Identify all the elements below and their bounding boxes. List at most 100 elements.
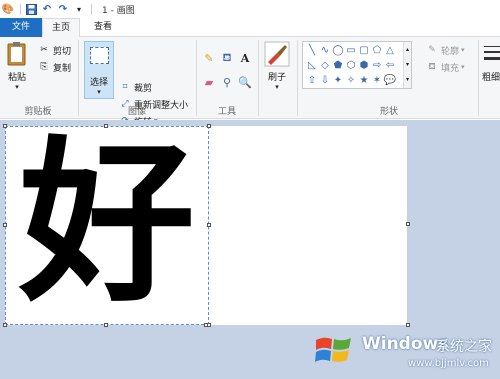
resize-handle[interactable] [207,223,211,227]
star-outline-shape-icon[interactable]: ✧ [345,74,357,86]
fill-bucket-icon[interactable]: ⛾ [220,51,234,65]
ribbon-tabs: 文件 主页 查看 [0,18,500,38]
save-icon[interactable] [25,3,37,15]
resize-handle[interactable] [3,124,7,128]
shapes-expand-icon[interactable]: ▾ [404,72,411,87]
canvas-resize-handle[interactable] [204,323,208,327]
select-button[interactable]: 选择 ▾ [84,41,114,99]
paste-dropdown-icon[interactable]: ▾ [4,83,30,91]
crop-label: 裁剪 [134,83,153,94]
undo-icon[interactable]: ↶ [41,3,53,15]
watermark-url: www.bjjmlv.com [408,358,489,369]
watermark-subtitle: 系统之家 [436,339,492,355]
canvas-resize-handle[interactable] [406,222,410,226]
resize-handle[interactable] [3,223,7,227]
clipboard-icon [7,42,26,66]
curve-shape-icon[interactable]: ∿ [319,44,331,56]
clipboard-group: 粘贴 ▾ ✂ 剪切 ⎘ 复制 剪贴板 [0,37,76,119]
pencil-icon[interactable]: ✎ [202,51,216,65]
right-arrow-shape-icon[interactable]: ⇨ [371,59,383,71]
qa-separator [20,3,21,15]
tools-group: ✎ ⛾ A ▰ ⚲ 🔍 工具 [198,37,256,119]
fill-button[interactable]: ⛾ 填充 ▾ [426,60,465,74]
size-label: 粗细 [482,73,500,83]
tools-group-label: 工具 [217,107,236,117]
left-arrow-shape-icon[interactable]: ⇦ [384,59,396,71]
hexagon-shape-icon[interactable]: ⬡ [345,59,357,71]
ribbon: 粘贴 ▾ ✂ 剪切 ⎘ 复制 剪贴板 图像 选择 ▾ ⌗ 裁剪 ⤢ 重新调整大小… [0,37,500,128]
down-arrow-shape-icon[interactable]: ⇩ [319,74,331,86]
cut-button[interactable]: ✂ 剪切 [38,43,71,57]
outline-dropdown-icon[interactable]: ▾ [461,46,465,54]
shapes-scrollbar[interactable]: ▴ ▾ ▾ [403,42,411,88]
shapes-group-label: 形状 [379,107,398,117]
tab-view[interactable]: 查看 [84,18,122,37]
title-bar: 🎨 ↶ ↷ ▾ 1 - 画图 [0,0,500,18]
color-picker-icon[interactable]: ⚲ [220,75,234,89]
six-point-star-shape-icon[interactable]: ✶ [371,74,383,86]
group-separator [297,40,298,116]
crop-icon: ⌗ [122,82,128,92]
window-title: 1 - 画图 [102,5,135,16]
outline-label: 轮廓 [441,46,460,57]
resize-icon: ⤢ [121,99,129,109]
size-button[interactable]: 粗细 [482,43,500,83]
copy-icon: ⎘ [40,62,48,72]
up-arrow-shape-icon[interactable]: ⇧ [306,74,318,86]
rectangle-shape-icon[interactable]: ▭ [345,44,357,56]
brushes-dropdown-icon[interactable]: ▾ [262,83,292,91]
tab-home[interactable]: 主页 [42,18,80,38]
customize-qa-icon[interactable]: ▾ [73,3,85,15]
rounded-rect-shape-icon[interactable]: ▢ [358,44,370,56]
shapes-scroll-up-icon[interactable]: ▴ [404,42,411,57]
resize-handle[interactable] [3,323,7,327]
watermark: Windows 系统之家 www.bjjmlv.com [310,322,500,372]
select-dropdown-icon[interactable]: ▾ [85,88,113,96]
copy-label: 复制 [53,63,72,74]
shapes-scroll-down-icon[interactable]: ▾ [404,57,411,72]
copy-button[interactable]: ⎘ 复制 [38,60,71,74]
five-point-star-shape-icon[interactable]: ★ [358,74,370,86]
group-separator [258,40,259,116]
fill-dropdown-icon[interactable]: ▾ [461,63,465,71]
line-shape-icon[interactable]: ╲ [306,44,318,56]
hexagon-filled-shape-icon[interactable]: ⬢ [358,59,370,71]
magnifier-icon[interactable]: 🔍 [238,75,252,89]
four-point-star-shape-icon[interactable]: ✦ [332,74,344,86]
outline-icon: ✎ [428,45,436,55]
resize-handle[interactable] [207,124,211,128]
tab-file[interactable]: 文件 [0,18,42,37]
diamond-shape-icon[interactable]: ◇ [319,59,331,71]
redo-icon[interactable]: ↷ [57,3,69,15]
line-size-icon [484,46,500,60]
cut-label: 剪切 [53,46,72,57]
text-tool-icon[interactable]: A [238,51,252,65]
group-separator [78,40,79,116]
clipboard-group-label: 剪贴板 [24,107,52,117]
right-triangle-shape-icon[interactable]: ◺ [306,59,318,71]
crop-button[interactable]: ⌗ 裁剪 [119,80,152,94]
resize-handle[interactable] [104,323,108,327]
scissors-icon: ✂ [40,45,48,55]
triangle-shape-icon[interactable]: △ [384,44,396,56]
eraser-icon[interactable]: ▰ [202,75,216,89]
paste-label: 粘贴 [7,73,26,83]
paste-button[interactable]: 粘贴 ▾ [4,41,30,91]
resize-label: 重新调整大小 [134,100,189,111]
shapes-gallery: ╲ ∿ ◯ ▭ ▢ ⬠ △ ◺ ◇ ⬟ ⬡ ⬢ ⇨ ⇦ ⇧ ⇩ ✦ ✧ ★ ✶ … [302,41,412,89]
brush-icon [264,41,290,67]
resize-handle[interactable] [104,124,108,128]
resize-button[interactable]: ⤢ 重新调整大小 [119,97,188,111]
oval-shape-icon[interactable]: ◯ [332,44,344,56]
selection-rectangle[interactable] [3,124,211,327]
group-separator [478,40,479,116]
brushes-button[interactable]: 刷子 ▾ [262,41,292,91]
pentagon-shape-icon[interactable]: ⬟ [332,59,344,71]
polygon-shape-icon[interactable]: ⬠ [371,44,383,56]
group-separator [196,40,197,116]
select-label: 选择 [89,78,108,88]
outline-button[interactable]: ✎ 轮廓 ▾ [426,43,465,57]
paint-app-icon[interactable]: 🎨 [2,3,14,15]
callout-shape-icon[interactable]: 💬 [384,74,396,86]
brushes-label: 刷子 [267,73,286,83]
